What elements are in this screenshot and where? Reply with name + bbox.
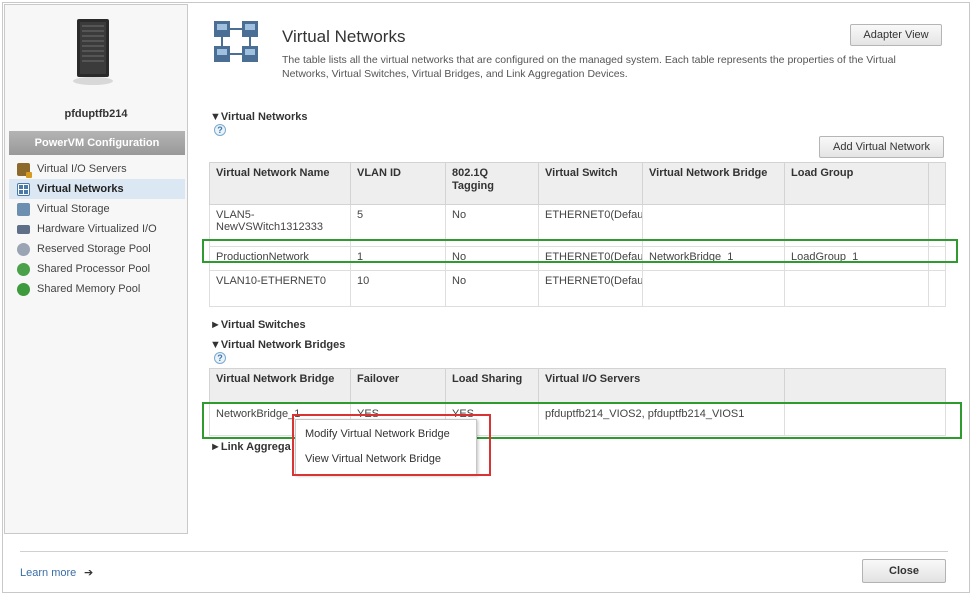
server-tower-icon: [73, 19, 113, 85]
virtual-switches-section-toggle[interactable]: ►Virtual Switches: [210, 319, 306, 331]
column-header[interactable]: Failover: [350, 368, 446, 404]
sidebar-item-label: Reserved Storage Pool: [37, 243, 151, 255]
sidebar-item-virtual-storage[interactable]: Virtual Storage: [9, 199, 185, 219]
column-header-spacer: [928, 162, 946, 205]
arrow-right-icon: ➔: [84, 567, 94, 579]
link-aggregation-section-toggle[interactable]: ►Link Aggrega: [210, 441, 291, 453]
table-cell: [784, 270, 929, 307]
table-cell: 10: [350, 270, 446, 307]
column-header[interactable]: Load Group: [784, 162, 929, 205]
table-cell: VLAN10-ETHERNET0: [209, 270, 351, 307]
sidebar-item-shared-memory-pool[interactable]: Shared Memory Pool: [9, 279, 185, 299]
column-header[interactable]: 802.1Q Tagging: [445, 162, 539, 205]
virtual-networks-header-icon: [214, 21, 258, 62]
server-name: pfduptfb214: [64, 108, 128, 120]
table-cell: No: [445, 270, 539, 307]
page-title: Virtual Networks: [282, 27, 406, 46]
sidebar-item-label: Virtual Storage: [37, 203, 110, 215]
sidebar-nav: Virtual I/O Servers Virtual Networks Vir…: [9, 159, 185, 299]
column-header[interactable]: Virtual Network Bridge: [642, 162, 785, 205]
sidebar-item-label: Shared Processor Pool: [37, 263, 151, 275]
sidebar-item-label: Shared Memory Pool: [37, 283, 141, 295]
column-header[interactable]: Virtual Network Bridge: [209, 368, 351, 404]
close-button[interactable]: Close: [862, 559, 946, 583]
sidebar-item-label: Virtual I/O Servers: [37, 163, 127, 175]
learn-more-link[interactable]: Learn more: [20, 567, 76, 579]
vio-server-icon: [17, 162, 32, 178]
page-description: The table lists all the virtual networks…: [282, 54, 896, 80]
table-row[interactable]: VLAN10-ETHERNET0 10 No ETHERNET0(Default…: [209, 270, 946, 307]
column-header[interactable]: Load Sharing: [445, 368, 539, 404]
highlight-box-context-menu: [292, 414, 491, 476]
virtual-network-icon: [17, 182, 30, 196]
table-cell-spacer: [928, 270, 946, 307]
table-header-row: Virtual Network Name VLAN ID 802.1Q Tagg…: [209, 162, 946, 205]
memory-pool-icon: [17, 282, 30, 296]
highlight-box-production-network: [202, 239, 958, 263]
column-header[interactable]: VLAN ID: [350, 162, 446, 205]
virtual-storage-icon: [17, 202, 30, 216]
column-header[interactable]: Virtual Switch: [538, 162, 643, 205]
column-header-spacer: [784, 368, 946, 404]
column-header[interactable]: Virtual Network Name: [209, 162, 351, 205]
sidebar-item-label: Virtual Networks: [37, 183, 124, 195]
sidebar-item-virtual-io-servers[interactable]: Virtual I/O Servers: [9, 159, 185, 179]
help-icon[interactable]: ?: [214, 124, 226, 136]
virtual-networks-section-toggle[interactable]: ▼Virtual Networks: [210, 111, 308, 123]
table-header-row: Virtual Network Bridge Failover Load Sha…: [209, 368, 946, 404]
virtual-networks-table: Virtual Network Name VLAN ID 802.1Q Tagg…: [209, 162, 946, 307]
adapter-view-button[interactable]: Adapter View: [850, 24, 942, 46]
sidebar-item-hardware-virtualized-io[interactable]: Hardware Virtualized I/O: [9, 219, 185, 239]
powervm-config-header: PowerVM Configuration: [9, 131, 185, 155]
storage-pool-icon: [17, 242, 30, 256]
hardware-io-icon: [17, 224, 30, 234]
footer-divider: [20, 551, 948, 552]
sidebar-item-shared-processor-pool[interactable]: Shared Processor Pool: [9, 259, 185, 279]
table-cell: [642, 270, 785, 307]
sidebar-item-label: Hardware Virtualized I/O: [37, 223, 157, 235]
add-virtual-network-button[interactable]: Add Virtual Network: [819, 136, 944, 158]
sidebar-item-virtual-networks[interactable]: Virtual Networks: [9, 179, 185, 199]
column-header[interactable]: Virtual I/O Servers: [538, 368, 785, 404]
table-cell: ETHERNET0(Default): [538, 270, 643, 307]
processor-pool-icon: [17, 262, 30, 276]
sidebar-item-reserved-storage-pool[interactable]: Reserved Storage Pool: [9, 239, 185, 259]
help-icon[interactable]: ?: [214, 352, 226, 364]
sidebar: pfduptfb214 PowerVM Configuration Virtua…: [4, 4, 188, 534]
virtual-network-bridges-section-toggle[interactable]: ▼Virtual Network Bridges: [210, 339, 345, 351]
